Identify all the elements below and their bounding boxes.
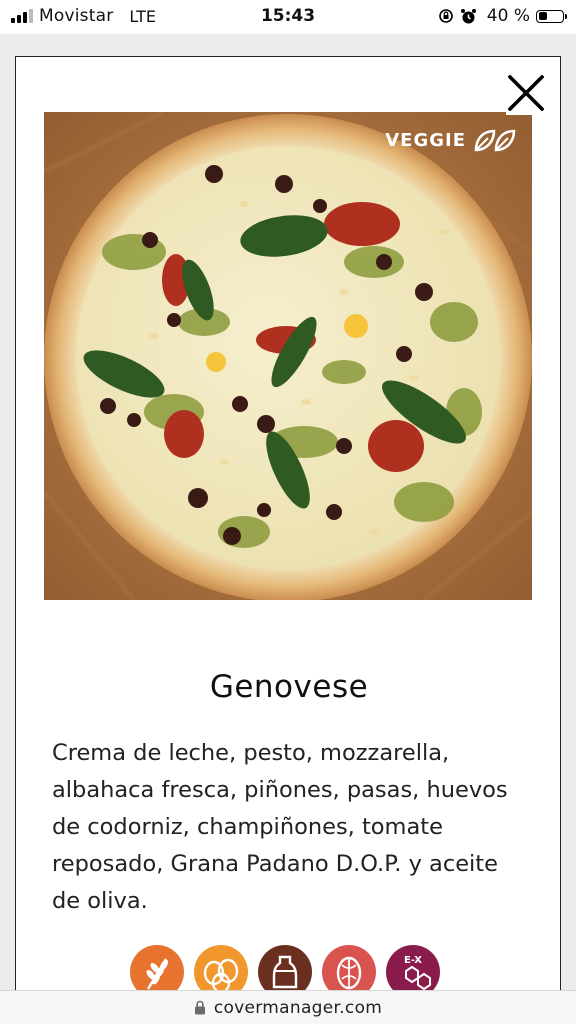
browser-url-bar[interactable]: covermanager.com — [0, 990, 576, 1024]
pizza-photo: VEGGIE — [44, 112, 532, 600]
dish-description: Crema de leche, pesto, mozzarella, albah… — [52, 740, 508, 914]
rotation-lock-icon — [438, 9, 453, 23]
alarm-icon — [460, 8, 476, 23]
veggie-badge: VEGGIE — [385, 128, 518, 152]
lock-icon — [194, 1000, 205, 1015]
status-right: 40 % — [438, 6, 567, 26]
dish-detail-modal: VEGGIE Genovese Crema de leche, pesto, m… — [15, 56, 561, 1016]
close-icon — [508, 75, 544, 111]
battery-percent: 40 % — [486, 6, 530, 26]
status-bar: Movistar LTE 15:43 40 % — [0, 0, 576, 34]
url-text: covermanager.com — [213, 997, 383, 1018]
battery-icon — [536, 9, 567, 23]
sulphites-label: E-X — [404, 955, 422, 966]
dish-title: Genovese — [209, 669, 369, 705]
pizza-illustration — [44, 112, 532, 600]
battery-level — [538, 12, 547, 20]
close-button[interactable] — [506, 71, 546, 115]
veggie-label: VEGGIE — [385, 129, 466, 151]
leaves-icon — [474, 129, 516, 152]
